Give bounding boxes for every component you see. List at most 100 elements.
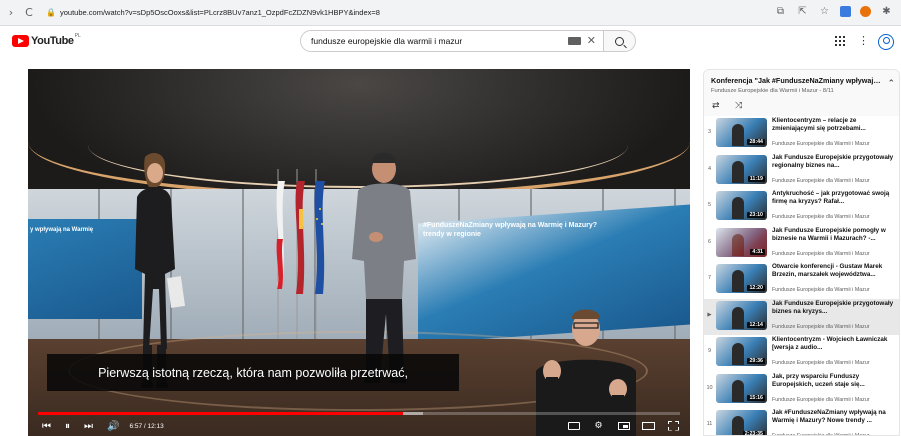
search-button[interactable] [603,30,636,52]
playlist-items: 3 28:44 Klientocentryzm – relacje ze zmien… [704,116,899,436]
screenshot-icon[interactable]: ⧉ [774,5,787,18]
account-icon[interactable] [878,34,894,50]
subtitle-caption: Pierwszą istotną rzeczą, która nam pozwo… [47,354,459,391]
shuffle-icon[interactable]: ⤨ [735,101,742,111]
search-input[interactable]: fundusze europejskie dla warmii i mazur … [300,30,604,52]
youtube-logo[interactable]: YouTube PL [12,33,81,47]
screen-right-line2: trendy w regionie [423,231,481,238]
video-title[interactable]: Klientocentryzm - Wojciech Ławniczak [we… [772,336,896,352]
video-thumbnail[interactable]: 23:10 [716,191,767,220]
close-icon[interactable]: ✕ [587,34,596,47]
time-display: 6:57 / 12:13 [129,423,164,430]
video-thumbnail[interactable]: 28:44 [716,118,767,147]
back-arrow-icon[interactable]: › [4,6,18,20]
extension-icon[interactable] [840,6,851,17]
channel-name[interactable]: Fundusze Europejskie dla Warmii i Mazur [772,178,870,184]
playlist-item[interactable]: 5 23:10 Antykruchość – jak przygotować swo… [704,189,899,226]
playlist-item-index: ▶ [707,311,712,318]
channel-name[interactable]: Fundusze Europejskie dla Warmii i Mazur [772,287,870,293]
player-controls: ⏮ ⏸ ⏭ 🔊 6:57 / 12:13 ⚙ [28,417,690,436]
playlist-item-index: 4 [707,165,712,172]
playlist-item-index: 5 [707,202,712,208]
video-title[interactable]: Jak Fundusze Europejskie pomogły w bizne… [772,227,896,243]
sign-language-interpreter [536,301,636,436]
caption-text: Pierwszą istotną rzeczą, która nam pozwo… [98,365,408,380]
logo-country: PL [74,33,81,39]
search-icon [615,36,624,46]
video-thumbnail[interactable]: 12:20 [716,264,767,293]
screen-right-line1: #FunduszeNaZmiany wpływają na Warmię i M… [423,222,598,229]
previous-icon[interactable]: ⏮ [42,421,51,432]
video-duration: 12:20 [747,285,765,291]
keyboard-icon[interactable] [568,37,581,45]
theater-mode-icon[interactable] [642,420,655,431]
pause-icon[interactable]: ⏸ [65,421,70,432]
channel-name[interactable]: Fundusze Europejskie dla Warmii i Mazur [772,360,870,366]
video-duration: 2:23:35 [742,431,765,436]
playlist-item[interactable]: 4 11:19 Jak Fundusze Europejskie przygotow… [704,153,899,190]
chevron-up-icon[interactable]: ⌃ [887,79,895,89]
video-thumbnail[interactable]: 29:36 [716,337,767,366]
channel-name[interactable]: Fundusze Europejskie dla Warmii i Mazur [772,214,870,220]
playlist-item-index: 6 [707,238,712,245]
video-duration: 11:19 [747,175,765,182]
fullscreen-icon[interactable] [667,420,680,431]
playlist-item-index: 10 [706,384,713,391]
playlist-item[interactable]: 7 12:20 Otwarcie konferencji - Gustaw Mare… [704,262,899,299]
screen-left-text: y wpływają na Warmię [30,227,94,233]
playlist-item[interactable]: 11 2:23:35 Jak #FunduszeNaZmiany wpływają … [704,408,899,436]
miniplayer-icon[interactable] [617,420,630,431]
playlist-item-index: 9 [707,348,712,354]
more-vert-icon[interactable]: ⋮ [858,34,869,47]
youtube-play-icon [12,35,29,47]
apps-grid-icon[interactable] [835,36,845,46]
loop-icon[interactable]: ⇄ [712,101,720,111]
playlist-item[interactable]: ▶ 12:14 Jak Fundusze Europejskie przygotow… [704,298,899,335]
flags [273,169,333,339]
playlist-title[interactable]: Konferencja "Jak #FunduszeNaZmiany wpływ… [711,76,883,85]
extension-icon[interactable] [860,6,871,17]
video-title[interactable]: Jak, przy wsparciu Funduszy Europejskich… [772,373,896,389]
puzzle-icon[interactable]: ✱ [880,5,893,18]
video-title[interactable]: Jak Fundusze Europejskie przygotowały re… [772,154,896,170]
star-icon[interactable]: ☆ [818,5,831,18]
search-value: fundusze europejskie dla warmii i mazur [311,36,463,46]
playlist-item[interactable]: 10 15:16 Jak, przy wsparciu Funduszy Europ… [704,372,899,409]
video-title[interactable]: Antykruchość – jak przygotować swoją fir… [772,190,896,206]
progress-played [38,412,404,415]
channel-name[interactable]: Fundusze Europejskie dla Warmii i Mazur [772,397,870,403]
video-player[interactable]: y wpływają na Warmię #FunduszeNaZmiany w… [28,69,690,436]
video-title[interactable]: Otwarcie konferencji - Gustaw Marek Brze… [772,263,896,279]
video-duration: 29:36 [747,358,765,364]
video-duration: 28:44 [747,139,765,145]
address-bar[interactable]: youtube.com/watch?v=sDp5OscOoxs&list=PLc… [60,8,380,17]
video-title[interactable]: Jak #FunduszeNaZmiany wpływają na Warmię… [772,409,896,425]
channel-name[interactable]: Fundusze Europejskie dla Warmii i Mazur [772,251,870,257]
playlist-item[interactable]: 3 28:44 Klientocentryzm – relacje ze zmien… [704,116,899,153]
next-icon[interactable]: ⏭ [84,421,93,432]
share-icon[interactable]: ⇱ [796,5,809,18]
volume-icon[interactable]: 🔊 [107,421,119,432]
lock-icon[interactable]: 🔒 [46,8,56,18]
playlist-item[interactable]: 9 29:36 Klientocentryzm - Wojciech Ławnicz… [704,335,899,372]
video-thumbnail[interactable]: 11:19 [716,154,767,184]
video-thumbnail[interactable]: 4:31 [716,227,767,257]
browser-toolbar: › C 🔒 youtube.com/watch?v=sDp5OscOoxs&li… [0,0,901,26]
video-thumbnail[interactable]: 15:16 [716,373,767,403]
captions-icon[interactable] [567,420,580,431]
playlist-subtitle[interactable]: Fundusze Europejskie dla Warmii i Mazur … [711,88,834,94]
video-title[interactable]: Klientocentryzm – relacje ze zmieniający… [772,117,896,133]
channel-name[interactable]: Fundusze Europejskie dla Warmii i Mazur [772,324,870,330]
video-thumbnail[interactable]: 2:23:35 [716,410,767,436]
video-duration: 15:16 [747,394,765,401]
progress-bar[interactable] [38,412,680,415]
video-title[interactable]: Jak Fundusze Europejskie przygotowały bi… [772,300,896,316]
settings-gear-icon[interactable]: ⚙ [592,420,605,431]
reload-icon[interactable]: C [22,6,36,20]
video-duration: 23:10 [747,212,765,218]
playlist-item[interactable]: 6 4:31 Jak Fundusze Europejskie pomogły w … [704,226,899,263]
video-thumbnail[interactable]: 12:14 [716,300,767,330]
channel-name[interactable]: Fundusze Europejskie dla Warmii i Mazur [772,141,870,147]
playlist-item-index: 7 [707,275,712,281]
playlist-item-index: 3 [707,129,712,135]
